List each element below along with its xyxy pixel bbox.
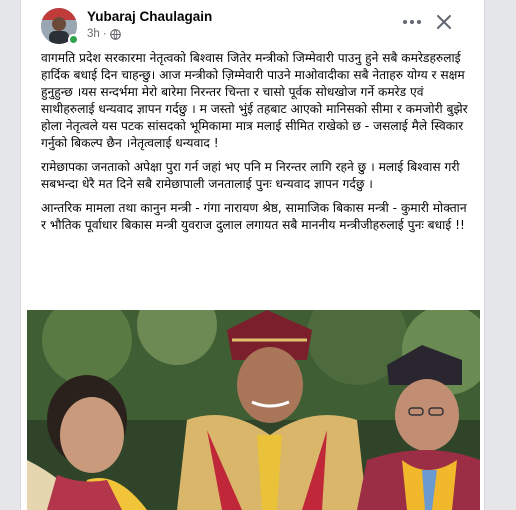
post-card: Yubaraj Chaulagain 3h · वागमति प्रदेश सर…	[20, 0, 485, 510]
close-icon[interactable]	[434, 12, 454, 32]
post-paragraph-2: रामेछापका जनताको अपेक्षा पुरा गर्न जहां …	[41, 160, 460, 191]
post-meta: 3h ·	[87, 28, 121, 40]
globe-icon	[109, 28, 121, 40]
post-paragraph-3: आन्तरिक मामला तथा कानुन मन्त्री - गंगा न…	[41, 201, 467, 232]
meta-separator: ·	[102, 28, 107, 40]
post-photo[interactable]	[27, 310, 480, 510]
post-header: Yubaraj Chaulagain 3h ·	[21, 0, 484, 50]
post-time[interactable]: 3h	[87, 28, 100, 40]
online-status-dot	[68, 34, 79, 45]
more-options-icon[interactable]	[401, 12, 423, 32]
post-text: वागमति प्रदेश सरकारमा नेतृत्वको बिश्वास …	[41, 50, 473, 241]
post-paragraph-1: वागमति प्रदेश सरकारमा नेतृत्वको बिश्वास …	[41, 51, 468, 150]
author-name[interactable]: Yubaraj Chaulagain	[87, 9, 212, 24]
